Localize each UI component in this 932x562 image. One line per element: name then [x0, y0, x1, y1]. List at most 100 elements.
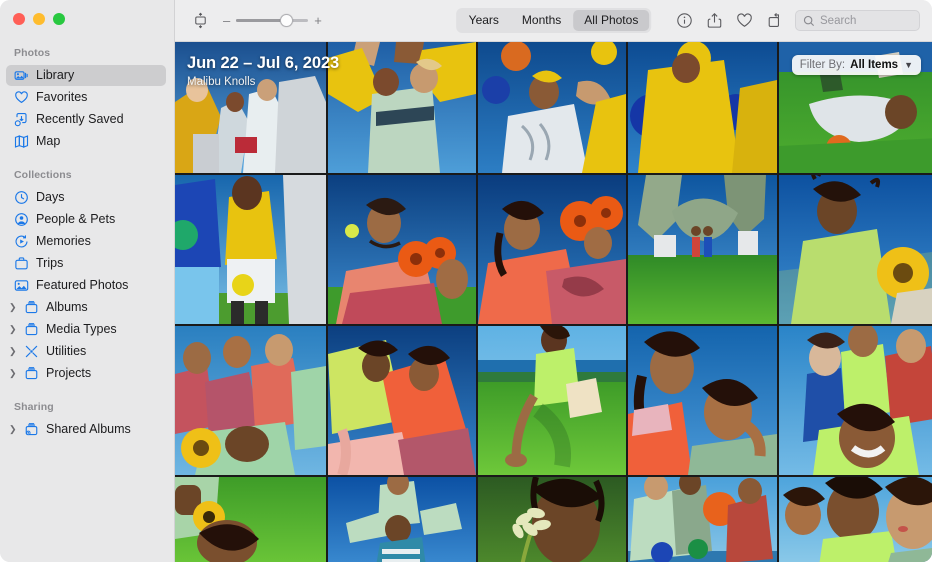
photo-thumbnail[interactable]	[328, 477, 476, 562]
filter-by-dropdown[interactable]: Filter By: All Items ▼	[791, 55, 921, 75]
sidebar-group-sharing-title: Sharing	[14, 401, 54, 413]
photo-thumbnail[interactable]	[175, 175, 326, 324]
zoom-slider-track[interactable]	[236, 14, 309, 27]
photo-thumbnail[interactable]	[328, 326, 476, 475]
maximize-button[interactable]	[53, 13, 65, 25]
photo-thumbnail[interactable]	[175, 326, 326, 475]
zoom-slider[interactable]: – +	[223, 14, 322, 27]
rotate-icon[interactable]	[765, 11, 784, 30]
sidebar-item-shared-albums[interactable]: ❯ Shared Albums	[6, 419, 166, 440]
filter-value: All Items	[850, 59, 899, 71]
person-circle-icon	[14, 212, 29, 227]
sidebar-item-label: Projects	[46, 366, 92, 381]
toolbar-left-controls: – +	[187, 10, 322, 32]
search-input[interactable]: Search	[795, 10, 920, 31]
favorite-heart-icon[interactable]	[735, 11, 754, 30]
sidebar-item-label: Favorites	[36, 90, 88, 105]
photo-grid-area: Jun 22 – Jul 6, 2023 Malibu Knolls Filte…	[175, 42, 932, 562]
share-icon[interactable]	[705, 11, 724, 30]
sidebar-item-label: Recently Saved	[36, 112, 124, 127]
photo-thumbnail[interactable]	[478, 42, 626, 173]
sidebar-item-projects[interactable]: ❯ Projects	[6, 363, 166, 384]
recently-saved-icon	[14, 112, 29, 127]
chevron-down-icon: ▼	[904, 60, 913, 70]
sidebar-item-label: Shared Albums	[46, 422, 131, 437]
photo-thumbnail[interactable]	[478, 175, 626, 324]
toolbar: – + Years Months All Photos Search	[175, 0, 932, 42]
photo-grid	[175, 42, 932, 562]
utilities-icon	[24, 344, 39, 359]
sidebar-item-label: Albums	[46, 300, 88, 315]
memories-icon	[14, 234, 29, 249]
sidebar-item-featured-photos[interactable]: Featured Photos	[6, 275, 166, 296]
sidebar-item-label: Library	[36, 68, 75, 83]
chevron-right-icon[interactable]: ❯	[9, 368, 18, 379]
zoom-out-label[interactable]: –	[223, 14, 230, 27]
tab-months[interactable]: Months	[511, 10, 572, 32]
tab-years[interactable]: Years	[458, 10, 510, 32]
minimize-button[interactable]	[33, 13, 45, 25]
sidebar-item-days[interactable]: Days	[6, 187, 166, 208]
sidebar-group-collections-title: Collections	[14, 169, 72, 181]
sidebar-item-label: Memories	[36, 234, 91, 249]
sidebar-list: Photos Library Favorites Recently Saved …	[0, 25, 174, 440]
sidebar-item-library[interactable]: Library	[6, 65, 166, 86]
sidebar-item-map[interactable]: Map	[6, 131, 166, 152]
photo-thumbnail[interactable]	[175, 42, 326, 173]
sidebar-group-photos-title: Photos	[14, 47, 51, 59]
sidebar-item-utilities[interactable]: ❯ Utilities	[6, 341, 166, 362]
zoom-slider-knob[interactable]	[280, 14, 294, 27]
sidebar-item-label: Utilities	[46, 344, 87, 359]
filter-label: Filter By:	[799, 59, 846, 71]
chevron-right-icon[interactable]: ❯	[9, 302, 18, 313]
album-icon	[24, 322, 39, 337]
photo-thumbnail[interactable]	[779, 326, 932, 475]
toolbar-right-controls: Search	[675, 10, 920, 31]
photo-thumbnail[interactable]	[779, 175, 932, 324]
aspect-ratio-icon[interactable]	[187, 10, 213, 32]
sidebar-item-trips[interactable]: Trips	[6, 253, 166, 274]
photo-thumbnail[interactable]	[175, 477, 326, 562]
photo-thumbnail[interactable]	[328, 42, 476, 173]
photo-thumbnail[interactable]	[779, 477, 932, 562]
sidebar-item-label: People & Pets	[36, 212, 116, 227]
shared-album-icon	[24, 422, 39, 437]
chevron-right-icon[interactable]: ❯	[9, 424, 18, 435]
clock-icon	[14, 190, 29, 205]
sidebar-item-label: Days	[36, 190, 65, 205]
sidebar-item-recently-saved[interactable]: Recently Saved	[6, 109, 166, 130]
sidebar-item-label: Media Types	[46, 322, 117, 337]
chevron-right-icon[interactable]: ❯	[9, 346, 18, 357]
view-mode-segmented-control: Years Months All Photos	[455, 7, 652, 34]
tab-all-photos[interactable]: All Photos	[573, 9, 650, 32]
photo-thumbnail[interactable]	[628, 477, 777, 562]
sidebar-item-media-types[interactable]: ❯ Media Types	[6, 319, 166, 340]
album-icon	[24, 300, 39, 315]
sidebar: Photos Library Favorites Recently Saved …	[0, 0, 175, 562]
chevron-right-icon[interactable]: ❯	[9, 324, 18, 335]
zoom-slider-fill	[236, 19, 287, 22]
photo-thumbnail[interactable]	[628, 42, 777, 173]
suitcase-icon	[14, 256, 29, 271]
photo-thumbnail[interactable]	[478, 477, 626, 562]
search-icon	[803, 15, 815, 27]
sidebar-item-favorites[interactable]: Favorites	[6, 87, 166, 108]
photo-thumbnail[interactable]	[478, 326, 626, 475]
photo-thumbnail[interactable]	[628, 175, 777, 324]
sidebar-item-label: Trips	[36, 256, 64, 271]
sidebar-item-people-and-pets[interactable]: People & Pets	[6, 209, 166, 230]
traffic-lights	[0, 0, 174, 25]
sidebar-item-albums[interactable]: ❯ Albums	[6, 297, 166, 318]
zoom-in-label[interactable]: +	[314, 14, 322, 27]
sidebar-item-label: Map	[36, 134, 61, 149]
photos-window: Photos Library Favorites Recently Saved …	[0, 0, 932, 562]
album-icon	[24, 366, 39, 381]
map-icon	[14, 134, 29, 149]
sidebar-item-label: Featured Photos	[36, 278, 129, 293]
close-button[interactable]	[13, 13, 25, 25]
photo-thumbnail[interactable]	[628, 326, 777, 475]
photo-thumbnail[interactable]	[328, 175, 476, 324]
sidebar-item-memories[interactable]: Memories	[6, 231, 166, 252]
info-icon[interactable]	[675, 11, 694, 30]
